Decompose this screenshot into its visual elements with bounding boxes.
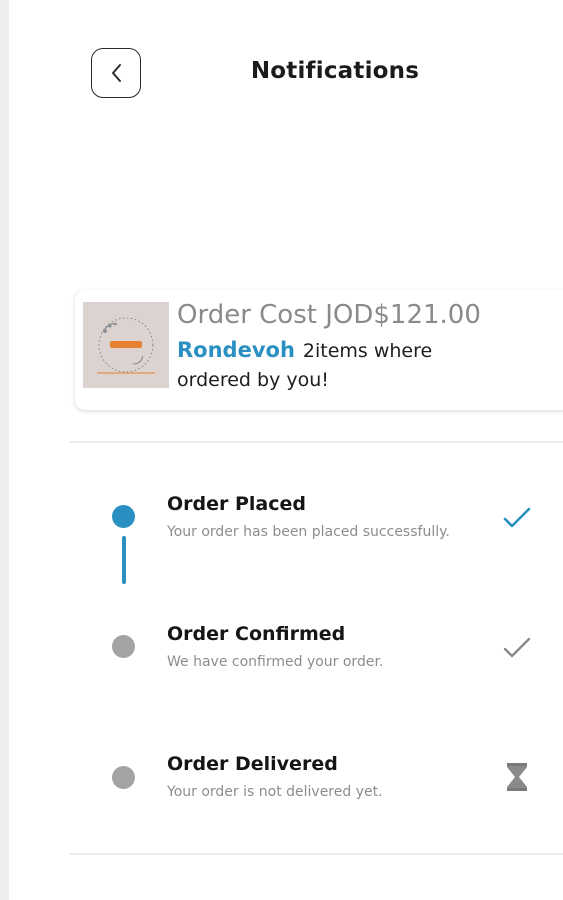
chevron-left-icon [109, 62, 123, 84]
step-subtitle: We have confirmed your order. [167, 654, 384, 670]
step-title: Order Delivered [167, 753, 338, 775]
step-subtitle: Your order has been placed successfully. [167, 524, 450, 540]
order-cost: Order Cost JOD$121.00 [177, 300, 481, 330]
checkmark-icon [500, 631, 534, 665]
step-dot-active [112, 505, 135, 528]
order-card[interactable]: Order Cost JOD$121.00 Rondevoh 2items whe… [75, 290, 563, 410]
order-description-block: Rondevoh 2items where ordered by you! [177, 336, 477, 395]
page-title: Notifications [250, 58, 420, 84]
store-name-link[interactable]: Rondevoh [177, 338, 295, 362]
step-title: Order Confirmed [167, 623, 346, 645]
timeline-connector [122, 536, 126, 584]
checkmark-icon [500, 501, 534, 535]
divider [70, 853, 563, 855]
divider [70, 441, 563, 443]
timeline-step-order-delivered: Order Delivered Your order is not delive… [0, 750, 563, 830]
store-logo [83, 302, 169, 388]
step-subtitle: Your order is not delivered yet. [167, 784, 383, 800]
step-dot-inactive [112, 635, 135, 658]
back-button[interactable] [91, 48, 141, 98]
notifications-screen: Notifications Order Cost JOD$121.00 Rond… [0, 0, 563, 900]
hourglass-icon [500, 760, 534, 794]
step-dot-inactive [112, 766, 135, 789]
timeline-step-order-confirmed: Order Confirmed We have confirmed your o… [0, 620, 563, 700]
timeline-step-order-placed: Order Placed Your order has been placed … [0, 490, 563, 570]
step-title: Order Placed [167, 493, 307, 515]
